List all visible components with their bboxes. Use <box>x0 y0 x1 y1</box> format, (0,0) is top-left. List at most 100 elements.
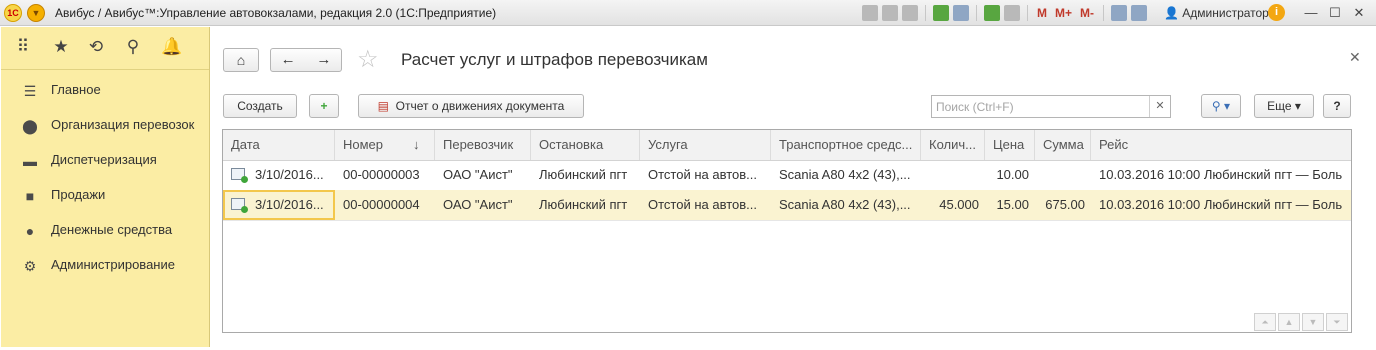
memory-minus-button[interactable]: M- <box>1078 6 1096 20</box>
scroll-down-icon[interactable]: ▼ <box>1302 313 1324 331</box>
favorites-star-icon[interactable]: ★ <box>51 37 71 57</box>
info-icon[interactable]: i <box>1268 4 1285 21</box>
document-list-form: ⌂ ← → ☆ Расчет услуг и штрафов перевозчи… <box>211 27 1374 347</box>
sidebar-item-label: Продажи <box>51 187 106 202</box>
column-header-number[interactable]: Номер ↓ <box>335 130 435 160</box>
table-row[interactable]: 3/10/2016... 00-00000003 ОАО "Аист" Люби… <box>223 160 1351 191</box>
memory-plus-button[interactable]: M+ <box>1053 6 1074 20</box>
sidebar-item-main[interactable]: ☰ Главное <box>1 77 209 105</box>
copy-add-icon[interactable]: + <box>309 94 339 118</box>
window-title: Авибус / Авибус™:Управление автовокзалам… <box>55 6 497 20</box>
window-titlebar: 1С ▼ Авибус / Авибус™:Управление автовок… <box>0 0 1376 26</box>
cell-quantity <box>921 160 985 190</box>
column-header-label: Номер <box>343 137 384 152</box>
table-header: Дата Номер ↓ Перевозчик Остановка Услуга… <box>223 130 1351 161</box>
more-button[interactable]: Еще ▾ <box>1254 94 1314 118</box>
cell-date: 3/10/2016... <box>255 167 324 182</box>
shopping-bag-icon: ■ <box>25 188 35 204</box>
save-icon[interactable] <box>862 5 878 21</box>
user-label: Администратор <box>1182 6 1269 20</box>
ruble-coin-icon: ● <box>25 223 35 239</box>
calculator-icon[interactable] <box>984 5 1000 21</box>
preview-icon[interactable] <box>902 5 918 21</box>
cell-trip: 10.03.2016 10:00 Любинский пгт — Боль <box>1099 197 1343 212</box>
quick-access-bar: ⠿ ★ ⟲ ⚲ 🔔 <box>1 27 209 70</box>
sort-arrow-icon: ↓ <box>413 137 420 152</box>
toolbar-divider <box>1027 5 1028 21</box>
column-header-trip[interactable]: Рейс <box>1091 130 1351 160</box>
home-button[interactable]: ⌂ <box>223 48 259 72</box>
favorite-star-icon[interactable]: ☆ <box>357 47 379 73</box>
cell-stop: Любинский пгт <box>539 197 628 212</box>
cell-carrier: ОАО "Аист" <box>443 167 513 182</box>
scroll-first-icon[interactable]: ⏶ <box>1254 313 1276 331</box>
upload-icon[interactable] <box>933 5 949 21</box>
sidebar-item-sales[interactable]: ■ Продажи <box>1 182 209 210</box>
user-name[interactable]: 👤 Администратор <box>1164 6 1269 20</box>
sidebar-item-label: Диспетчеризация <box>51 152 157 167</box>
main-menu-button[interactable]: ▼ <box>27 4 45 22</box>
search-options-button[interactable]: ⚲ ▾ <box>1201 94 1241 118</box>
sidebar-item-transport-org[interactable]: ⬤ Организация перевозок <box>1 112 209 140</box>
apps-grid-icon[interactable]: ⠿ <box>13 37 33 57</box>
window-toolbar: M M+ M- <box>862 4 1148 22</box>
clear-search-icon[interactable]: ✕ <box>1149 96 1170 117</box>
panels-icon[interactable] <box>1131 5 1148 21</box>
cell-sum: 675.00 <box>1045 197 1085 212</box>
sidebar-item-money[interactable]: ● Денежные средства <box>1 217 209 245</box>
column-header-carrier[interactable]: Перевозчик <box>435 130 531 160</box>
documents-table[interactable]: Дата Номер ↓ Перевозчик Остановка Услуга… <box>222 129 1352 333</box>
page-title: Расчет услуг и штрафов перевозчикам <box>401 50 708 69</box>
close-form-icon[interactable]: ✕ <box>1349 49 1361 66</box>
minimize-button[interactable]: — <box>1300 3 1322 23</box>
toolbar-divider <box>976 5 977 21</box>
location-pin-icon: ⬤ <box>22 118 38 134</box>
cell-sum <box>1035 160 1091 190</box>
calendar-icon[interactable] <box>1004 5 1020 21</box>
movements-report-button[interactable]: ▤ Отчет о движениях документа <box>358 94 584 118</box>
search-input[interactable]: Поиск (Ctrl+F) ✕ <box>931 95 1171 118</box>
cell-trip: 10.03.2016 10:00 Любинский пгт — Боль <box>1099 167 1343 182</box>
cell-stop: Любинский пгт <box>539 167 628 182</box>
column-header-vehicle[interactable]: Транспортное средс... <box>771 130 921 160</box>
scroll-up-icon[interactable]: ▲ <box>1278 313 1300 331</box>
more-label: Еще <box>1267 99 1292 113</box>
sidebar: ⠿ ★ ⟲ ⚲ 🔔 ☰ Главное ⬤ Организация перево… <box>1 27 210 347</box>
column-header-price[interactable]: Цена <box>985 130 1035 160</box>
column-header-stop[interactable]: Остановка <box>531 130 640 160</box>
maximize-button[interactable]: ☐ <box>1324 3 1346 23</box>
column-header-quantity[interactable]: Колич... <box>921 130 985 160</box>
create-button[interactable]: Создать <box>223 94 297 118</box>
print-icon[interactable] <box>882 5 898 21</box>
history-icon[interactable]: ⟲ <box>86 37 106 57</box>
app-logo-icon: 1С <box>4 4 22 22</box>
memory-button[interactable]: M <box>1035 6 1049 20</box>
close-window-button[interactable]: ✕ <box>1348 3 1370 23</box>
list-icon: ☰ <box>23 83 37 99</box>
cell-price: 10.00 <box>996 167 1029 182</box>
cell-vehicle: Scania A80 4x2 (43),... <box>779 167 911 182</box>
search-icon[interactable]: ⚲ <box>123 37 143 57</box>
column-header-sum[interactable]: Сумма <box>1035 130 1091 160</box>
back-forward-buttons: ← → <box>270 48 342 72</box>
column-header-date[interactable]: Дата <box>223 130 335 160</box>
report-icon: ▤ <box>377 99 389 113</box>
scroll-last-icon[interactable]: ⏷ <box>1326 313 1348 331</box>
cell-carrier: ОАО "Аист" <box>443 197 513 212</box>
posted-document-icon <box>231 168 248 183</box>
sidebar-item-label: Главное <box>51 82 101 97</box>
table-row-selected[interactable]: 3/10/2016... 00-00000004 ОАО "Аист" Люби… <box>223 190 1351 221</box>
column-header-service[interactable]: Услуга <box>640 130 771 160</box>
sidebar-item-dispatch[interactable]: ▬ Диспетчеризация <box>1 147 209 175</box>
zoom-icon[interactable] <box>1111 5 1128 21</box>
bell-icon[interactable]: 🔔 <box>161 37 182 57</box>
link-icon[interactable] <box>953 5 969 21</box>
help-button[interactable]: ? <box>1323 94 1351 118</box>
cell-number: 00-00000004 <box>343 197 420 212</box>
sidebar-item-admin[interactable]: ⚙ Администрирование <box>1 252 209 280</box>
sidebar-item-label: Администрирование <box>51 257 175 272</box>
forward-arrow-icon[interactable]: → <box>316 51 331 68</box>
back-arrow-icon[interactable]: ← <box>281 51 296 68</box>
search-placeholder: Поиск (Ctrl+F) <box>936 100 1014 114</box>
cell-service: Отстой на автов... <box>648 197 757 212</box>
